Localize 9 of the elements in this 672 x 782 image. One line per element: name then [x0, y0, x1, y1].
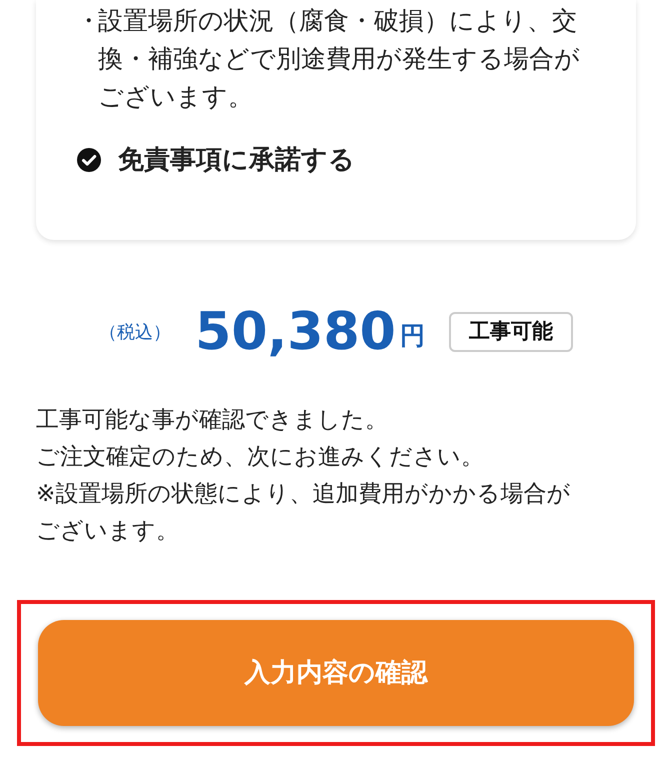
agree-label[interactable]: 免責事項に承諾する	[118, 142, 355, 178]
message-line: ご注文確定のため、次にお進みください。	[36, 443, 485, 472]
message-line: ※設置場所の状態により、追加費用がかかる場合がございます。	[36, 480, 572, 546]
price-amount: 50,380	[195, 306, 396, 358]
message-line: 工事可能な事が確認できました。	[36, 406, 389, 435]
tax-note: （税込）	[99, 320, 172, 344]
status-badge: 工事可能	[448, 312, 573, 352]
checked-checkbox-icon[interactable]	[76, 147, 102, 173]
currency-unit: 円	[400, 320, 425, 352]
